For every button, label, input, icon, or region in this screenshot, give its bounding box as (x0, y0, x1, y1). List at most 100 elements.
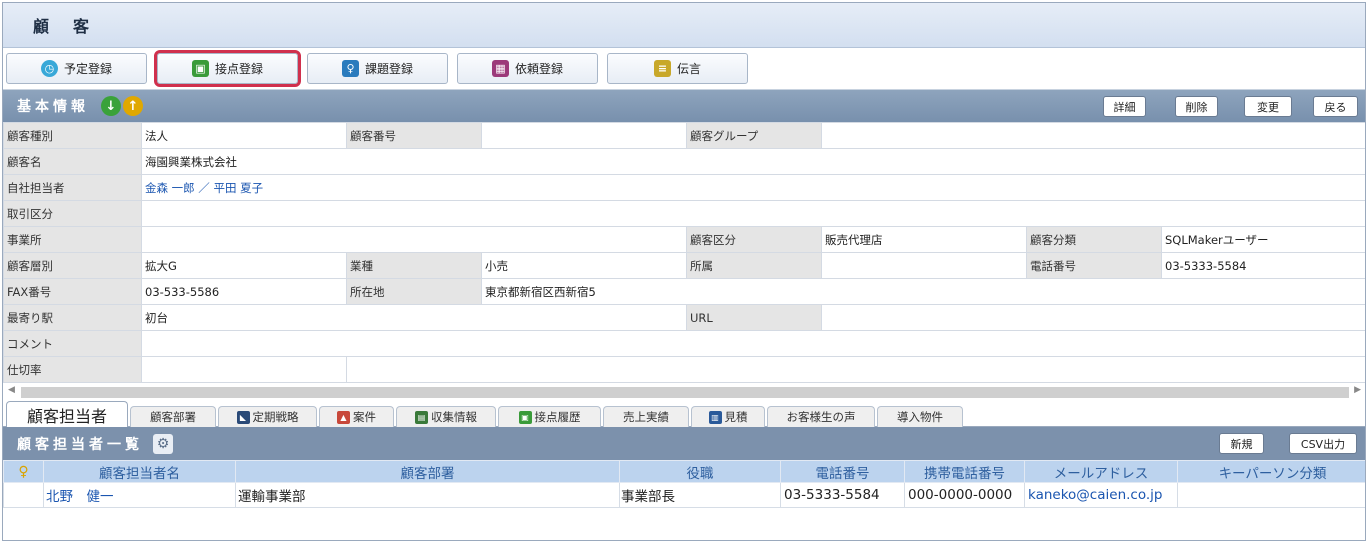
url-value (820, 304, 1365, 331)
arrow-up-icon[interactable]: ↑ (123, 96, 143, 116)
contact-name-link[interactable]: 北野 健一 (43, 482, 236, 508)
basic-info-title: 基本情報 (17, 99, 89, 115)
customer-type-label: 顧客種別 (3, 122, 142, 149)
customer-class-label: 顧客分類 (1026, 226, 1162, 253)
tab-installed-properties[interactable]: 導入物件 (877, 406, 963, 427)
memo-icon: ≡ (653, 60, 671, 77)
customer-division-value: 販売代理店 (821, 226, 1027, 253)
fax-label: FAX番号 (3, 278, 142, 305)
comment-label: コメント (3, 330, 142, 357)
column-email[interactable]: メールアドレス (1024, 460, 1178, 483)
customer-group-label: 顧客グループ (686, 122, 822, 149)
info-row: 自社担当者 金森 一郎 ／ 平田 夏子 (3, 174, 1365, 201)
contact-icon: ▣ (191, 60, 209, 77)
deal-icon: ▲ (337, 410, 350, 424)
customer-name-label: 顧客名 (3, 148, 142, 175)
comment-value (140, 330, 1365, 357)
contacts-list-header: 顧客担当者一覧 ⚙ 新規 CSV出力 (3, 427, 1365, 460)
new-button[interactable]: 新規 (1219, 433, 1264, 454)
strategy-icon: ◣ (236, 410, 250, 424)
info-row: 顧客層別 拡大G 業種 小売 所属 電話番号 03-5333-5584 (3, 252, 1365, 279)
contact-email-link[interactable]: kaneko@caien.co.jp (1024, 482, 1178, 508)
delete-button[interactable]: 削除 (1175, 96, 1218, 117)
keyperson-column[interactable]: ♀ (3, 460, 44, 483)
phone-value: 03-5333-5584 (1160, 252, 1365, 279)
customer-number-label: 顧客番号 (346, 122, 482, 149)
info-row: 顧客名 海園興業株式会社 (3, 148, 1365, 175)
scroll-left-icon[interactable]: ◀ (8, 385, 15, 395)
tab-deals[interactable]: ▲ 案件 (319, 406, 394, 427)
column-contact-name[interactable]: 顧客担当者名 (43, 460, 236, 483)
customer-type-value: 法人 (141, 122, 347, 149)
tab-periodic-strategy[interactable]: ◣ 定期戦略 (218, 406, 317, 427)
action-toolbar: ◷ 予定登録 ▣ 接点登録 ♀ 課題登録 ▦ 依頼登録 ≡ 伝言 (3, 48, 1365, 90)
back-button[interactable]: 戻る (1313, 96, 1358, 117)
address-value: 東京都新宿区西新宿5 (480, 278, 1365, 305)
column-keyperson-class[interactable]: キーパーソン分類 (1177, 460, 1365, 483)
contacts-list-title: 顧客担当者一覧 (17, 436, 143, 453)
info-row: FAX番号 03-533-5586 所在地 東京都新宿区西新宿5 (3, 278, 1365, 305)
info-row: 仕切率 (3, 356, 1365, 383)
csv-export-button[interactable]: CSV出力 (1289, 433, 1357, 454)
customer-number-value (481, 122, 687, 149)
wholesale-rate-label: 仕切率 (3, 356, 142, 383)
tab-collected-info[interactable]: ▤ 収集情報 (396, 406, 496, 427)
schedule-register-button[interactable]: ◷ 予定登録 (6, 53, 147, 84)
contacts-table: ♀ 顧客担当者名 顧客部署 役職 電話番号 携帯電話番号 メールアドレス キーパ… (3, 460, 1365, 508)
detail-tabs: 顧客担当者 顧客部署 ◣ 定期戦略 ▲ 案件 ▤ 収集情報 ▣ 接点履歴 売上実… (3, 401, 1365, 427)
affiliation-label: 所属 (686, 252, 822, 279)
column-mobile[interactable]: 携帯電話番号 (904, 460, 1025, 483)
info-row: コメント (3, 330, 1365, 357)
nearest-station-label: 最寄り駅 (3, 304, 142, 331)
info-row: 最寄り駅 初台 URL (3, 304, 1365, 331)
table-row[interactable]: 北野 健一 運輸事業部 事業部長 03-5333-5584 000-0000-0… (3, 482, 1365, 508)
info-row: 顧客種別 法人 顧客番号 顧客グループ (3, 122, 1365, 149)
estimate-icon: ▥ (708, 410, 722, 424)
staff-link[interactable]: 金森 一郎 ／ 平田 夏子 (140, 174, 1365, 201)
info-row: 事業所 顧客区分 販売代理店 顧客分類 SQLMakerユーザー (3, 226, 1365, 253)
customer-window: 顧 客 ◷ 予定登録 ▣ 接点登録 ♀ 課題登録 ▦ 依頼登録 ≡ 伝言 基本情… (2, 2, 1366, 541)
column-phone[interactable]: 電話番号 (780, 460, 905, 483)
customer-class-value: SQLMakerユーザー (1160, 226, 1365, 253)
task-register-button[interactable]: ♀ 課題登録 (307, 53, 448, 84)
wholesale-rate-value (141, 356, 347, 383)
address-label: 所在地 (346, 278, 482, 305)
affiliation-value (821, 252, 1027, 279)
tab-customer-voice[interactable]: お客様生の声 (767, 406, 875, 427)
detail-button[interactable]: 詳細 (1103, 96, 1146, 117)
tab-customer-contacts[interactable]: 顧客担当者 (6, 401, 128, 427)
url-label: URL (686, 304, 822, 331)
staff-label: 自社担当者 (3, 174, 142, 201)
scrollbar-thumb[interactable] (21, 387, 1349, 398)
tab-customer-departments[interactable]: 顧客部署 (130, 406, 216, 427)
page-title: 顧 客 (33, 17, 94, 36)
change-button[interactable]: 変更 (1244, 96, 1292, 117)
key-icon: ♀ (18, 463, 29, 480)
column-department[interactable]: 顧客部署 (235, 460, 620, 483)
info-row: 取引区分 (3, 200, 1365, 227)
contact-register-button[interactable]: ▣ 接点登録 (154, 50, 301, 87)
title-bar: 顧 客 (3, 3, 1365, 48)
key-icon: ♀ (341, 60, 359, 77)
contact-department: 運輸事業部 (235, 482, 620, 508)
gift-icon: ▦ (491, 60, 509, 77)
contact-position: 事業部長 (619, 482, 781, 508)
nearest-station-value: 初台 (141, 304, 687, 331)
clock-icon: ◷ (40, 60, 58, 77)
message-button[interactable]: ≡ 伝言 (607, 53, 748, 84)
trade-category-value (140, 200, 1365, 227)
request-register-button[interactable]: ▦ 依頼登録 (457, 53, 598, 84)
tab-sales-results[interactable]: 売上実績 (603, 406, 689, 427)
customer-division-label: 顧客区分 (686, 226, 822, 253)
customer-group-value (820, 122, 1365, 149)
tab-contact-history[interactable]: ▣ 接点履歴 (498, 406, 601, 427)
contact-mobile: 000-0000-0000 (904, 482, 1025, 508)
column-position[interactable]: 役職 (619, 460, 781, 483)
gear-icon[interactable]: ⚙ (153, 433, 173, 454)
customer-tier-label: 顧客層別 (3, 252, 142, 279)
office-label: 事業所 (3, 226, 142, 253)
scroll-right-icon[interactable]: ▶ (1354, 385, 1361, 395)
arrow-down-icon[interactable]: ↓ (101, 96, 121, 116)
tab-estimates[interactable]: ▥ 見積 (691, 406, 765, 427)
horizontal-scrollbar[interactable]: ◀ ▶ (3, 383, 1365, 401)
